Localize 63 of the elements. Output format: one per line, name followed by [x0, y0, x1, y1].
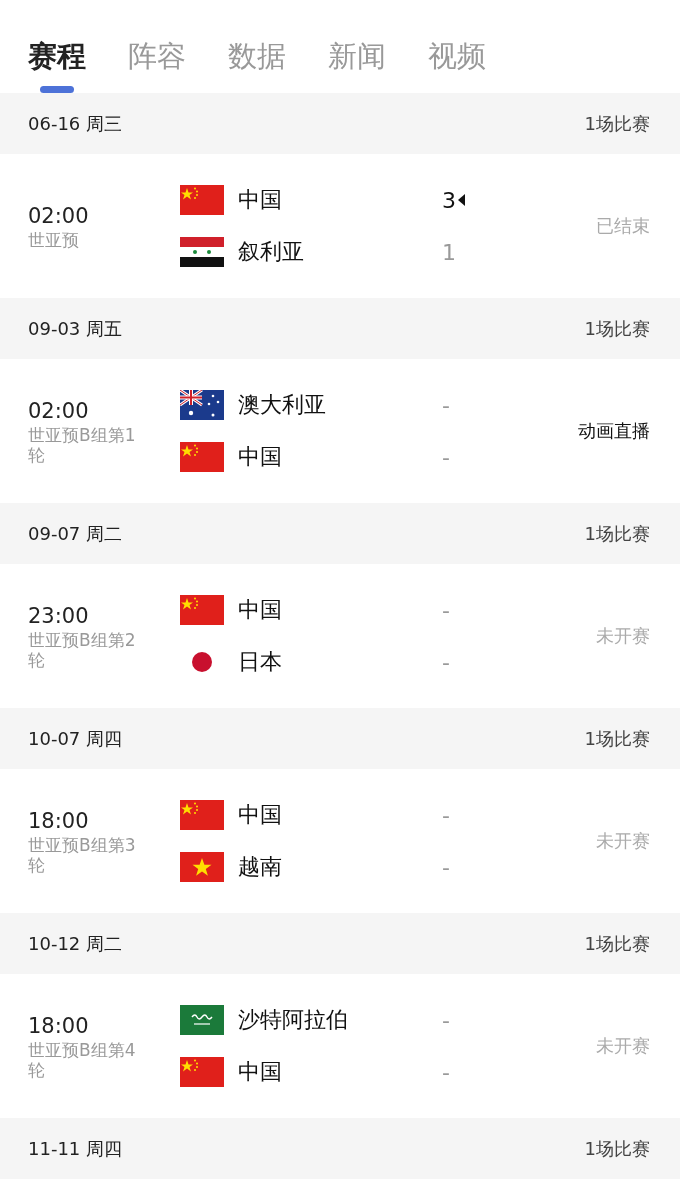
team-name: 叙利亚	[238, 238, 305, 266]
match-status: 未开赛	[595, 624, 650, 648]
match-count: 1场比赛	[584, 316, 650, 341]
match-count: 1场比赛	[584, 1136, 650, 1161]
competition-name: 世亚预B组第2轮	[28, 630, 137, 670]
flag-icon	[180, 595, 224, 625]
match-date: 11-11 周四	[28, 1136, 123, 1161]
team-name: 日本	[238, 648, 283, 676]
competition-name: 世亚预B组第1轮	[28, 425, 137, 465]
team-score: -	[442, 444, 451, 470]
match-card[interactable]: 18:00 世亚预B组第3轮 中国 - 越南 - 未开赛	[0, 769, 680, 913]
team-name: 中国	[238, 1058, 283, 1086]
match-time: 23:00	[28, 603, 90, 630]
team-score: -	[442, 802, 451, 828]
flag-icon	[180, 852, 224, 882]
team-score: 1	[442, 239, 454, 265]
match-card[interactable]: 23:00 世亚预B组第2轮 中国 - 日本 - 未开赛	[0, 564, 680, 708]
match-card[interactable]: 02:00 世亚预B组第1轮 澳大利亚 - 中国 - 动画直播	[0, 359, 680, 503]
competition-name: 世亚预	[28, 230, 80, 250]
match-time: 18:00	[28, 1013, 90, 1040]
match-status: 未开赛	[595, 1034, 650, 1058]
match-date: 09-03 周五	[28, 316, 123, 341]
match-card[interactable]: 02:00 世亚预 中国 3 叙利亚 1 已结束	[0, 154, 680, 298]
match-status: 已结束	[595, 214, 650, 238]
match-count: 1场比赛	[584, 931, 650, 956]
match-date: 10-07 周四	[28, 726, 123, 751]
team-name: 中国	[238, 186, 283, 214]
team-name: 中国	[238, 801, 283, 829]
match-status: 未开赛	[595, 829, 650, 853]
team-score: -	[442, 1007, 451, 1033]
match-card[interactable]: 18:00 世亚预B组第4轮 沙特阿拉伯 - 中国 - 未开赛	[0, 974, 680, 1118]
match-date: 06-16 周三	[28, 111, 123, 136]
match-count: 1场比赛	[584, 521, 650, 546]
team-score: -	[442, 854, 451, 880]
flag-icon	[180, 237, 224, 267]
match-count: 1场比赛	[584, 726, 650, 751]
match-date: 10-12 周二	[28, 931, 123, 956]
competition-name: 世亚预B组第3轮	[28, 835, 137, 875]
team-score: -	[442, 1059, 451, 1085]
flag-icon	[180, 442, 224, 472]
match-count: 1场比赛	[584, 111, 650, 136]
team-name: 澳大利亚	[238, 391, 327, 419]
match-time: 02:00	[28, 203, 90, 230]
flag-icon	[180, 390, 224, 420]
team-name: 越南	[238, 853, 283, 881]
flag-icon	[192, 652, 212, 672]
match-status: 动画直播	[577, 419, 650, 443]
match-time: 02:00	[28, 398, 90, 425]
team-score: -	[442, 649, 451, 675]
team-name: 沙特阿拉伯	[238, 1006, 349, 1034]
team-name: 中国	[238, 443, 283, 471]
team-name: 中国	[238, 596, 283, 624]
flag-icon	[180, 1057, 224, 1087]
tab[interactable]: 赛程	[28, 36, 86, 76]
competition-name: 世亚预B组第4轮	[28, 1040, 137, 1080]
team-score: 3	[442, 187, 454, 213]
match-date: 09-07 周二	[28, 521, 123, 546]
flag-icon	[180, 1005, 224, 1035]
team-score: -	[442, 392, 451, 418]
match-time: 18:00	[28, 808, 90, 835]
flag-icon	[180, 800, 224, 830]
flag-icon	[180, 185, 224, 215]
team-score: -	[442, 597, 451, 623]
